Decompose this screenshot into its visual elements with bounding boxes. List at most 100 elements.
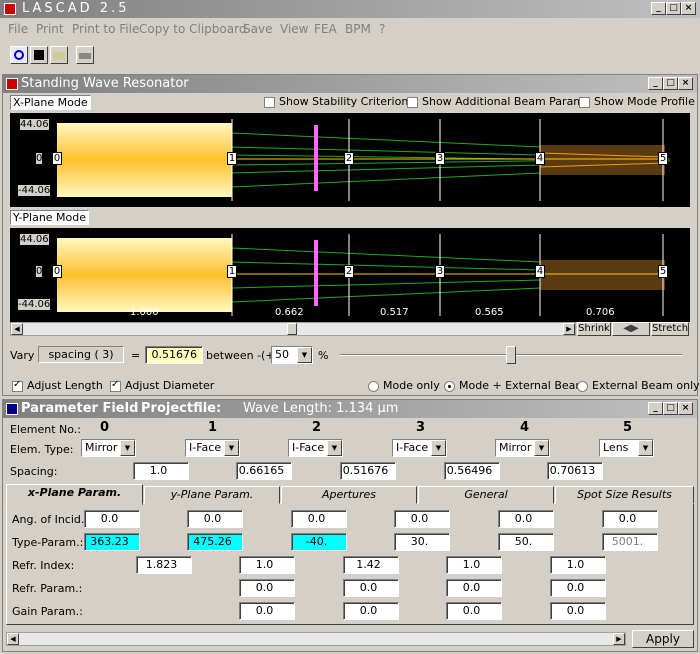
refrp-field-3[interactable]: 0.0 [550,579,606,597]
tab-x-plane[interactable]: x-Plane Param. [6,484,143,505]
menu-save[interactable]: Save [243,22,272,36]
elem-type-4[interactable]: Mirror ▼ [495,439,550,457]
menu-bpm[interactable]: BPM [345,22,371,36]
open-icon[interactable] [10,46,28,64]
x-element-3[interactable]: 3 [435,152,445,165]
refr-field-0[interactable]: 1.823 [136,556,192,574]
tab-apertures[interactable]: Apertures [281,486,417,504]
radio-mode-only[interactable]: Mode only [368,379,440,392]
gain-field-3[interactable]: 0.0 [550,602,606,620]
elem-type-1[interactable]: I-Face ▼ [185,439,240,457]
menu-copy-clipboard[interactable]: Copy to Clipboard [139,22,246,36]
checkbox-icon[interactable] [110,379,121,392]
chevron-down-icon[interactable]: ▼ [534,440,549,456]
spacing-field-0[interactable]: 1.0 [133,462,189,480]
adjust-diameter[interactable]: Adjust Diameter [110,379,214,392]
y-element-0[interactable]: 0 [52,265,62,278]
ang-field-5[interactable]: 0.0 [602,510,658,528]
spacing-field-4[interactable]: 0.70613 [547,462,603,480]
percent-select[interactable]: 50 ▼ [271,346,313,364]
ang-field-3[interactable]: 0.0 [394,510,450,528]
type-param-2[interactable]: -40. [291,533,347,551]
check-profile[interactable]: Show Mode Profile [579,95,695,108]
radio-ext-only[interactable]: External Beam only [577,379,700,392]
zoom-arrows-icon[interactable]: ◀▶ [612,322,650,336]
radio-icon[interactable] [444,380,455,392]
minimize-icon[interactable]: _ [651,2,666,15]
check-stability[interactable]: Show Stability Criterions [264,95,414,108]
scroll-thumb[interactable] [287,323,297,335]
folder-icon[interactable] [50,46,68,64]
x-element-1[interactable]: 1 [227,152,237,165]
radio-icon[interactable] [368,380,379,392]
adjust-length[interactable]: Adjust Length [12,379,103,392]
refrp-field-0[interactable]: 0.0 [239,579,295,597]
scroll-right-icon[interactable]: ▶ [563,323,575,335]
elem-type-2[interactable]: I-Face ▼ [288,439,343,457]
vary-value-field[interactable]: 0.51676 [145,346,203,364]
print-icon[interactable] [76,46,94,64]
refr-field-1[interactable]: 1.0 [239,556,295,574]
close-icon[interactable]: × [681,2,696,15]
scroll-right-icon[interactable]: ▶ [613,633,625,645]
refr-field-4[interactable]: 1.0 [550,556,606,574]
elem-type-0[interactable]: Mirror ▼ [81,439,136,457]
menu-help[interactable]: ? [379,22,385,36]
x-element-5[interactable]: 5 [658,152,668,165]
plot-scrollbar[interactable]: ◀ ▶ [10,322,576,336]
close-icon[interactable]: × [678,77,693,90]
maximize-icon[interactable]: □ [663,402,678,415]
radio-mode-ext[interactable]: Mode + External Beam [444,379,586,392]
param-scrollbar[interactable]: ◀ ▶ [6,632,626,646]
maximize-icon[interactable]: □ [666,2,681,15]
shrink-button[interactable]: Shrink [577,322,611,336]
chevron-down-icon[interactable]: ▼ [638,440,653,456]
scroll-left-icon[interactable]: ◀ [11,323,23,335]
chevron-down-icon[interactable]: ▼ [120,440,135,456]
y-element-5[interactable]: 5 [658,265,668,278]
ang-field-0[interactable]: 0.0 [84,510,140,528]
maximize-icon[interactable]: □ [663,77,678,90]
type-param-0[interactable]: 363.23 [84,533,140,551]
ang-field-4[interactable]: 0.0 [498,510,554,528]
type-param-3[interactable]: 30. [394,533,450,551]
close-icon[interactable]: × [678,402,693,415]
save-icon[interactable] [30,46,48,64]
y-element-2[interactable]: 2 [344,265,354,278]
scroll-left-icon[interactable]: ◀ [7,633,19,645]
tab-spot-size[interactable]: Spot Size Results [555,486,694,504]
checkbox-icon[interactable] [12,379,23,392]
y-element-4[interactable]: 4 [535,265,545,278]
vary-param-field[interactable]: spacing ( 3) [38,346,124,363]
checkbox-icon[interactable] [264,96,275,108]
menu-print[interactable]: Print [36,22,64,36]
y-element-1[interactable]: 1 [227,265,237,278]
x-element-2[interactable]: 2 [344,152,354,165]
stretch-button[interactable]: Stretch [651,322,689,336]
apply-button[interactable]: Apply [632,630,694,648]
ang-field-1[interactable]: 0.0 [187,510,243,528]
gain-field-0[interactable]: 0.0 [239,602,295,620]
type-param-1[interactable]: 475.26 [187,533,243,551]
refrp-field-1[interactable]: 0.0 [343,579,399,597]
spacing-field-2[interactable]: 0.51676 [340,462,396,480]
chevron-down-icon[interactable]: ▼ [224,440,239,456]
x-element-0[interactable]: 0 [52,152,62,165]
gain-field-2[interactable]: 0.0 [446,602,502,620]
menu-file[interactable]: File [8,22,28,36]
tab-general[interactable]: General [418,486,554,504]
y-element-3[interactable]: 3 [435,265,445,278]
checkbox-icon[interactable] [407,96,418,108]
refr-field-3[interactable]: 1.0 [446,556,502,574]
menu-fea[interactable]: FEA [314,22,337,36]
chevron-down-icon[interactable]: ▼ [297,347,312,363]
refrp-field-2[interactable]: 0.0 [446,579,502,597]
radio-icon[interactable] [577,380,588,392]
ang-field-2[interactable]: 0.0 [291,510,347,528]
type-param-5[interactable]: 5001. [602,533,658,551]
refr-field-2[interactable]: 1.42 [343,556,399,574]
chevron-down-icon[interactable]: ▼ [327,440,342,456]
vary-slider-thumb[interactable] [506,346,516,364]
menu-view[interactable]: View [280,22,308,36]
check-additional[interactable]: Show Additional Beam Param. [407,95,588,108]
